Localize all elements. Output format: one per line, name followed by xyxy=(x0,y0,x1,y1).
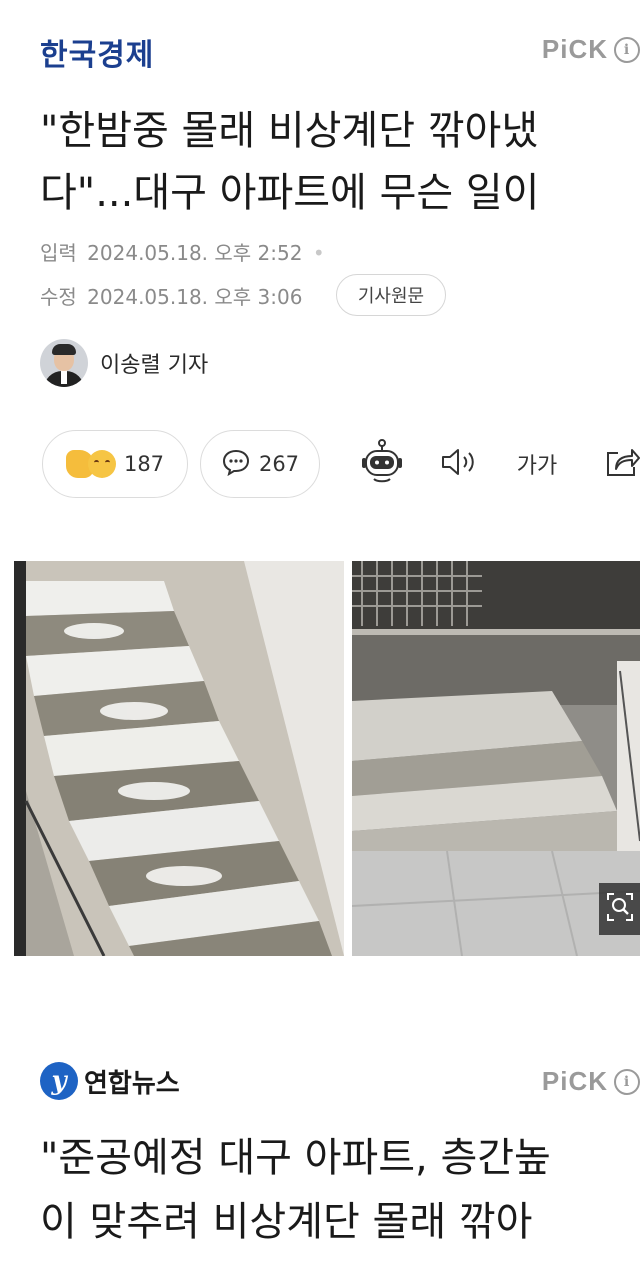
reporter[interactable]: 이송렬 기자 xyxy=(40,338,208,388)
pick-badge[interactable]: PiCK i xyxy=(542,34,640,65)
info-icon[interactable]: i xyxy=(614,1068,640,1095)
tts-button[interactable] xyxy=(436,430,482,498)
share-icon xyxy=(604,445,640,483)
font-size-button[interactable]: 가가 xyxy=(512,430,562,498)
thumbs-up-emoji xyxy=(65,450,116,478)
original-article-button[interactable]: 기사원문 xyxy=(336,274,446,316)
zoom-button[interactable] xyxy=(599,883,640,935)
modified-value: 2024.05.18. 오후 3:06 xyxy=(87,285,303,309)
modified-date: 수정 2024.05.18. 오후 3:06 xyxy=(40,281,302,310)
published-date: 입력 2024.05.18. 오후 2:52 • xyxy=(40,237,325,266)
headline-line: "준공예정 대구 아파트, 층간높 xyxy=(40,1135,551,1181)
photo-divider xyxy=(344,561,352,956)
article-actions: 187 267 가가 xyxy=(42,430,640,498)
separator-dot: • xyxy=(312,241,325,265)
comment-count: 267 xyxy=(258,452,300,476)
press-logo[interactable]: 한국경제 xyxy=(40,30,154,74)
press-header: 한국경제 PiCK i xyxy=(40,30,640,74)
reaction-button[interactable]: 187 xyxy=(42,430,188,498)
speaker-icon xyxy=(439,447,479,481)
article-headline-2[interactable]: "준공예정 대구 아파트, 층간높 이 맞추려 비상계단 몰래 깎아 xyxy=(40,1126,640,1254)
photo-stairs-right xyxy=(352,561,640,956)
yonhap-logo-icon: y xyxy=(40,1062,78,1100)
robot-icon xyxy=(360,438,404,490)
article-page: 한국경제 PiCK i "한밤중 몰래 비상계단 깎아냈 다"...대구 아파트… xyxy=(0,0,640,1280)
press-header-2: y 연합뉴스 PiCK i xyxy=(40,1062,640,1106)
headline-line: 이 맞추려 비상계단 몰래 깎아 xyxy=(40,1199,533,1245)
magnifier-icon xyxy=(606,892,634,926)
headline-line: "한밤중 몰래 비상계단 깎아냈 xyxy=(40,108,539,154)
pick-label-2: PiCK xyxy=(541,1066,608,1096)
font-size-label: 가가 xyxy=(516,454,558,479)
reaction-count: 187 xyxy=(123,452,165,476)
avatar xyxy=(40,339,88,387)
photo-stairs-left xyxy=(14,561,344,956)
published-value: 2024.05.18. 오후 2:52 xyxy=(87,241,303,265)
reporter-name: 이송렬 기자 xyxy=(100,353,209,378)
published-label: 입력 xyxy=(40,241,77,265)
article-headline: "한밤중 몰래 비상계단 깎아냈 다"...대구 아파트에 무슨 일이 xyxy=(40,100,640,224)
article-photo[interactable] xyxy=(14,561,640,956)
comment-button[interactable]: 267 xyxy=(200,430,320,498)
modified-label: 수정 xyxy=(40,285,77,309)
pick-label: PiCK xyxy=(541,34,608,64)
summary-bot-button[interactable] xyxy=(356,430,408,498)
headline-line: 다"...대구 아파트에 무슨 일이 xyxy=(40,170,540,216)
share-button[interactable] xyxy=(602,430,640,498)
comment-bubble-icon xyxy=(221,448,251,481)
press-name-2: 연합뉴스 xyxy=(84,1068,180,1099)
pick-badge-2[interactable]: PiCK i xyxy=(542,1066,640,1097)
info-icon[interactable]: i xyxy=(614,36,640,63)
press-logo-2[interactable]: y 연합뉴스 xyxy=(40,1062,180,1100)
